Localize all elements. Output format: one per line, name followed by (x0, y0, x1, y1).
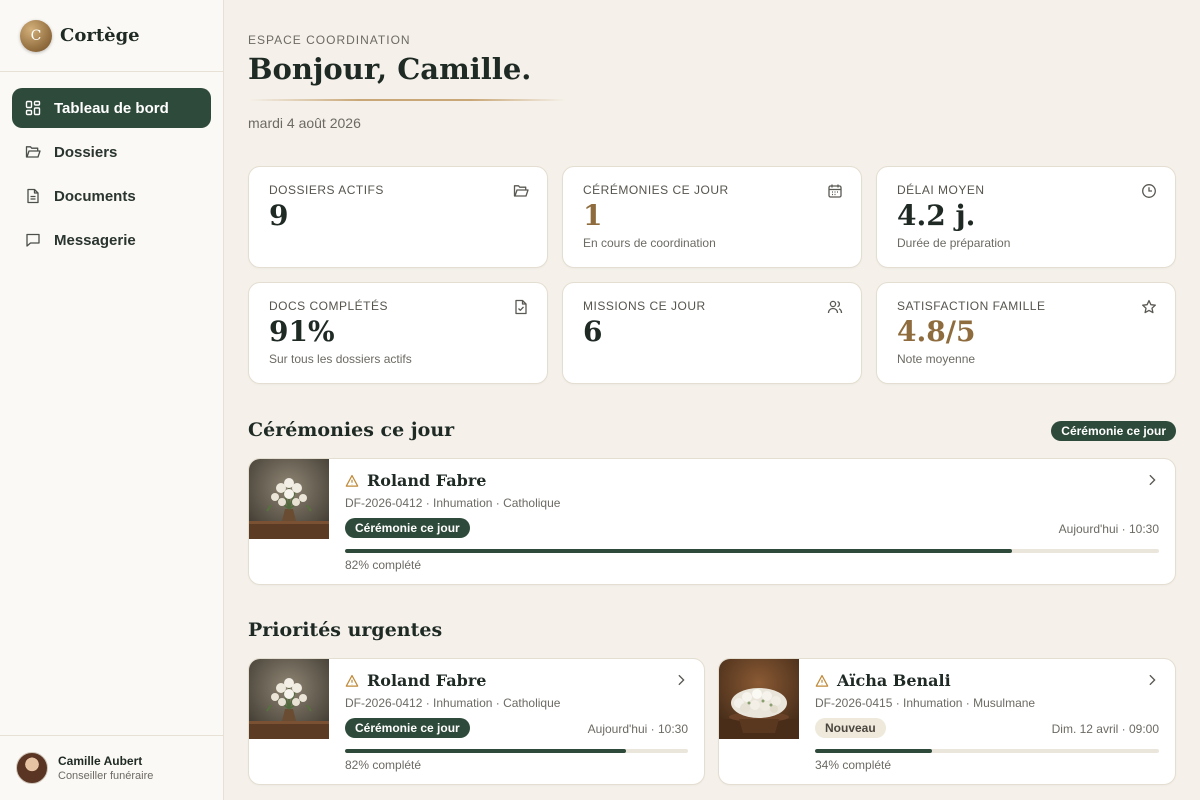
stat-card-ceremonies[interactable]: CÉRÉMONIES CE JOUR 1 En cours de coordin… (562, 166, 862, 268)
sidebar-item-documents[interactable]: Documents (12, 176, 211, 216)
progress-label: 34% complété (815, 758, 892, 772)
stat-card-missions[interactable]: MISSIONS CE JOUR 6 (562, 282, 862, 384)
progress-fill (345, 549, 1013, 553)
avatar (16, 752, 48, 784)
stat-label: DOSSIERS ACTIFS (269, 183, 384, 197)
progress-bar (345, 749, 688, 753)
stat-card-docs-completes[interactable]: DOCS COMPLÉTÉS 91% Sur tous les dossiers… (248, 282, 548, 384)
deceased-name: Aïcha Benali (837, 671, 951, 690)
dossier-meta: DF-2026-0412 · Inhumation · Catholique (345, 696, 561, 710)
message-icon (24, 231, 42, 249)
sidebar-item-label: Tableau de bord (54, 99, 169, 117)
progress-fill (345, 749, 627, 753)
flower-arrangement-image (719, 659, 799, 739)
sidebar-item-label: Dossiers (54, 143, 118, 161)
brand[interactable]: C Cortège (0, 0, 223, 72)
stat-label: DOCS COMPLÉTÉS (269, 299, 389, 313)
priority-card-aicha-benali[interactable]: Aïcha Benali DF-2026-0415 · Inhumation ·… (718, 658, 1176, 785)
section-title-priorities: Priorités urgentes (248, 619, 443, 641)
sidebar: C Cortège Tableau de bord Dossiers Docum… (0, 0, 224, 800)
stat-card-delai-moyen[interactable]: DÉLAI MOYEN 4.2 j. Durée de préparation (876, 166, 1176, 268)
card-title: Aïcha Benali (815, 671, 951, 690)
chevron-right-icon[interactable] (1145, 473, 1159, 487)
folder-icon (513, 183, 529, 199)
stats-grid: DOSSIERS ACTIFS 9 CÉRÉMONIES CE JOUR 1 E… (248, 166, 1176, 384)
stat-value: 6 (583, 315, 603, 348)
ceremony-time: Aujourd'hui · 10:30 (587, 722, 688, 736)
status-badge: Cérémonie ce jour (345, 518, 470, 538)
stat-card-satisfaction[interactable]: SATISFACTION FAMILLE 4.8/5 Note moyenne (876, 282, 1176, 384)
card-body: Aïcha Benali DF-2026-0415 · Inhumation ·… (815, 659, 1159, 784)
status-badge: Nouveau (815, 718, 886, 738)
deceased-name: Roland Fabre (367, 671, 487, 690)
chevron-right-icon[interactable] (1145, 673, 1159, 687)
deceased-name: Roland Fabre (367, 471, 487, 490)
progress-label: 82% complété (345, 558, 422, 572)
brand-logo: C (20, 19, 52, 52)
progress-bar (815, 749, 1159, 753)
warning-icon (345, 674, 359, 687)
user-name: Camille Aubert (58, 754, 143, 768)
sidebar-item-label: Documents (54, 187, 136, 205)
file-check-icon (513, 299, 529, 315)
stat-label: SATISFACTION FAMILLE (897, 299, 1046, 313)
warning-icon (345, 474, 359, 487)
section-badge-ceremonies: Cérémonie ce jour (1051, 421, 1176, 441)
card-title: Roland Fabre (345, 671, 486, 690)
section-title-ceremonies: Cérémonies ce jour (248, 419, 455, 441)
title-divider (248, 99, 566, 101)
calendar-icon (827, 183, 843, 199)
users-icon (827, 299, 843, 315)
stat-value: 4.2 j. (897, 199, 976, 232)
brand-name: Cortège (60, 25, 140, 46)
card-body: Roland Fabre DF-2026-0412 · Inhumation ·… (345, 659, 688, 784)
stat-sub: En cours de coordination (583, 236, 716, 250)
stat-label: MISSIONS CE JOUR (583, 299, 706, 313)
stat-sub: Durée de préparation (897, 236, 1011, 250)
stat-sub: Note moyenne (897, 352, 976, 366)
stat-value: 91% (269, 315, 335, 348)
stat-card-dossiers-actifs[interactable]: DOSSIERS ACTIFS 9 (248, 166, 548, 268)
stat-label: DÉLAI MOYEN (897, 183, 985, 197)
ceremony-time: Dim. 12 avril · 09:00 (1051, 722, 1159, 736)
stat-value: 9 (269, 199, 289, 232)
dossier-meta: DF-2026-0412 · Inhumation · Catholique (345, 496, 561, 510)
chevron-right-icon[interactable] (674, 673, 688, 687)
progress-bar (345, 549, 1159, 553)
document-icon (24, 187, 42, 205)
ceremony-card[interactable]: Roland Fabre DF-2026-0412 · Inhumation ·… (248, 458, 1176, 585)
user-profile[interactable]: Camille Aubert Conseiller funéraire (0, 735, 223, 800)
current-date: mardi 4 août 2026 (248, 115, 361, 131)
dashboard-icon (24, 99, 42, 117)
card-title: Roland Fabre (345, 471, 486, 490)
sidebar-item-messagerie[interactable]: Messagerie (12, 220, 211, 260)
progress-fill (815, 749, 932, 753)
stat-sub: Sur tous les dossiers actifs (269, 352, 412, 366)
sidebar-item-dossiers[interactable]: Dossiers (12, 132, 211, 172)
warning-icon (815, 674, 829, 687)
star-icon (1141, 299, 1157, 315)
sidebar-item-label: Messagerie (54, 231, 136, 249)
bouquet-image (249, 459, 329, 539)
priority-card-roland-fabre[interactable]: Roland Fabre DF-2026-0412 · Inhumation ·… (248, 658, 705, 785)
user-role: Conseiller funéraire (58, 770, 154, 782)
dossier-meta: DF-2026-0415 · Inhumation · Musulmane (815, 696, 1036, 710)
sidebar-item-dashboard[interactable]: Tableau de bord (12, 88, 211, 128)
stat-value: 4.8/5 (897, 315, 976, 348)
progress-label: 82% complété (345, 758, 422, 772)
page-title: Bonjour, Camille. (248, 52, 532, 86)
stat-label: CÉRÉMONIES CE JOUR (583, 183, 729, 197)
ceremony-time: Aujourd'hui · 10:30 (1058, 522, 1159, 536)
page-eyebrow: ESPACE COORDINATION (248, 33, 411, 47)
card-body: Roland Fabre DF-2026-0412 · Inhumation ·… (345, 459, 1159, 584)
sidebar-nav: Tableau de bord Dossiers Documents Messa… (0, 72, 223, 280)
stat-value: 1 (583, 199, 603, 232)
user-info: Camille Aubert Conseiller funéraire (58, 754, 153, 782)
bouquet-image (249, 659, 329, 739)
clock-icon (1141, 183, 1157, 199)
folder-icon (24, 143, 42, 161)
status-badge: Cérémonie ce jour (345, 718, 470, 738)
